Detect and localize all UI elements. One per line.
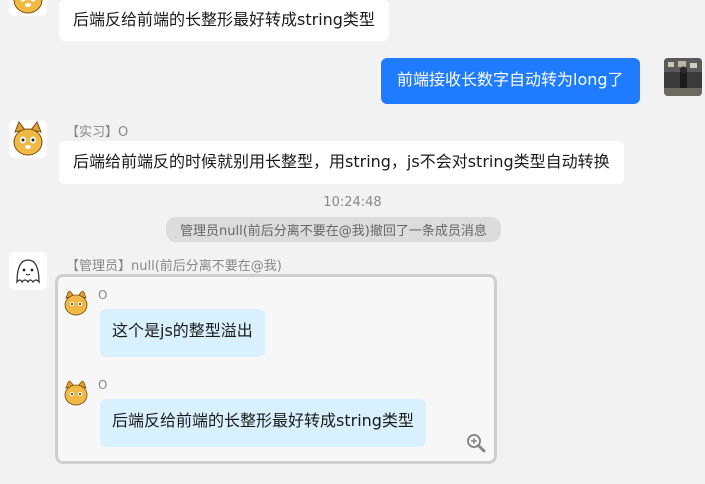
timestamp: 10:24:48 xyxy=(323,195,382,210)
forward-message-bubble: 后端反给前端的长整形最好转成string类型 xyxy=(100,399,426,447)
cat-avatar-icon[interactable] xyxy=(9,0,47,16)
forward-sender-name: O xyxy=(98,288,108,302)
cat-avatar-icon xyxy=(62,289,90,317)
zoom-in-icon[interactable] xyxy=(466,433,486,453)
sender-name: 【管理员】null(前后分离不要在@我) xyxy=(66,259,282,274)
forwarded-messages-card[interactable]: O 这个是js的整型溢出 O 后端反给前端的长整形最好转成string类型 xyxy=(55,274,497,464)
ghost-avatar-icon[interactable] xyxy=(9,252,47,290)
self-message-bubble[interactable]: 前端接收长数字自动转为long了 xyxy=(381,58,640,104)
cat-avatar-icon xyxy=(62,379,90,407)
photo-avatar-icon[interactable] xyxy=(664,58,702,96)
message-bubble[interactable]: 后端反给前端的长整形最好转成string类型 xyxy=(59,0,389,41)
recall-notice: 管理员null(前后分离不要在@我)撤回了一条成员消息 xyxy=(166,217,501,242)
forward-sender-name: O xyxy=(98,378,108,392)
sender-name: 【实习】O xyxy=(66,125,129,140)
forward-message-bubble: 这个是js的整型溢出 xyxy=(100,309,265,357)
message-bubble[interactable]: 后端给前端反的时候就别用长整型，用string，js不会对string类型自动转… xyxy=(59,141,624,184)
cat-avatar-icon[interactable] xyxy=(9,120,47,158)
